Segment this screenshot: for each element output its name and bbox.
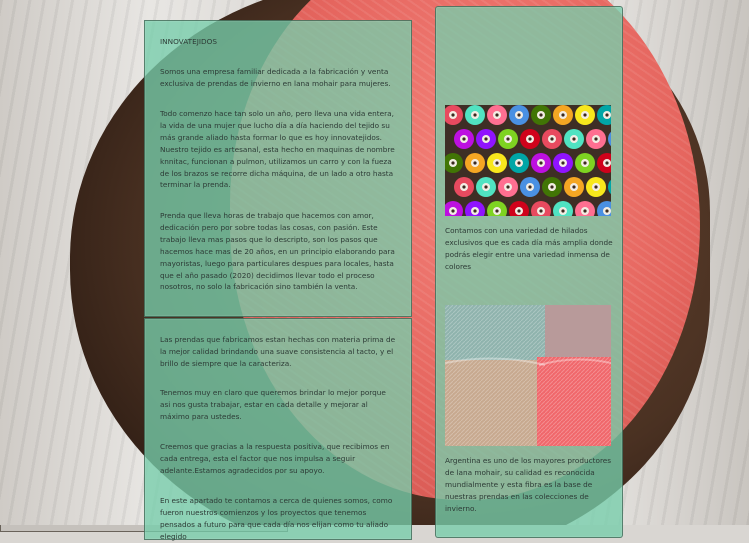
quality-paragraph-1: Las prendas que fabricamos estan hechas … (160, 335, 396, 368)
yarn-spools-graphic (445, 105, 611, 216)
about-panel: INNOVATEJIDOS Somos una empresa familiar… (144, 20, 412, 317)
quality-paragraph-2: Tenemos muy en claro que queremos brinda… (160, 388, 386, 421)
product-caption-1: Contamos con una variedad de hilados exc… (445, 226, 613, 271)
about-paragraph-1: Somos una empresa familiar dedicada a la… (160, 67, 391, 88)
spool-hole (550, 137, 554, 141)
spool-hole (572, 185, 576, 189)
spool-hole (605, 209, 609, 213)
spool-hole (473, 113, 477, 117)
about-paragraph-3: Prenda que lleva horas de trabajo que ha… (160, 211, 395, 292)
quality-paragraph-4: En este apartado te contamos a cerca de … (160, 496, 393, 541)
spool-hole (572, 137, 576, 141)
spool-hole (561, 161, 565, 165)
spool-hole (495, 161, 499, 165)
quality-panel: Las prendas que fabricamos estan hechas … (144, 318, 412, 541)
spool-hole (583, 161, 587, 165)
spool-hole (484, 137, 488, 141)
spool-hole (506, 137, 510, 141)
spool-hole (495, 209, 499, 213)
spool-hole (495, 113, 499, 117)
spool-hole (550, 185, 554, 189)
spool-hole (462, 185, 466, 189)
yarn-spools-image (445, 105, 611, 216)
spool-hole (451, 113, 455, 117)
spool-hole (561, 209, 565, 213)
about-title: INNOVATEJIDOS (160, 37, 217, 46)
spool-hole (517, 113, 521, 117)
spool-hole (528, 185, 532, 189)
spool-hole (594, 137, 598, 141)
spool-hole (583, 113, 587, 117)
spool-hole (528, 137, 532, 141)
spool-hole (539, 161, 543, 165)
mohair-skeins-image (445, 305, 611, 446)
quality-paragraph-3: Creemos que gracias a la respuesta posit… (160, 442, 390, 475)
spool-hole (517, 161, 521, 165)
mohair-skeins-graphic (445, 305, 611, 446)
spool-hole (539, 113, 543, 117)
spool (608, 179, 611, 195)
spool-hole (473, 161, 477, 165)
spool-hole (473, 209, 477, 213)
about-paragraph-2: Todo comenzo hace tan solo un año, pero … (160, 109, 395, 190)
spool-hole (484, 185, 488, 189)
spool-hole (605, 113, 609, 117)
spool-hole (594, 185, 598, 189)
spool-hole (583, 209, 587, 213)
spool-hole (451, 161, 455, 165)
spool-hole (462, 137, 466, 141)
products-panel: Contamos con una variedad de hilados exc… (435, 6, 623, 538)
spool-hole (605, 161, 609, 165)
spool-hole (517, 209, 521, 213)
spool-hole (539, 209, 543, 213)
product-caption-2: Argentina es uno de los mayores producto… (445, 456, 612, 513)
spool-hole (451, 209, 455, 213)
spool-hole (506, 185, 510, 189)
spool (608, 131, 611, 147)
spool-hole (561, 113, 565, 117)
